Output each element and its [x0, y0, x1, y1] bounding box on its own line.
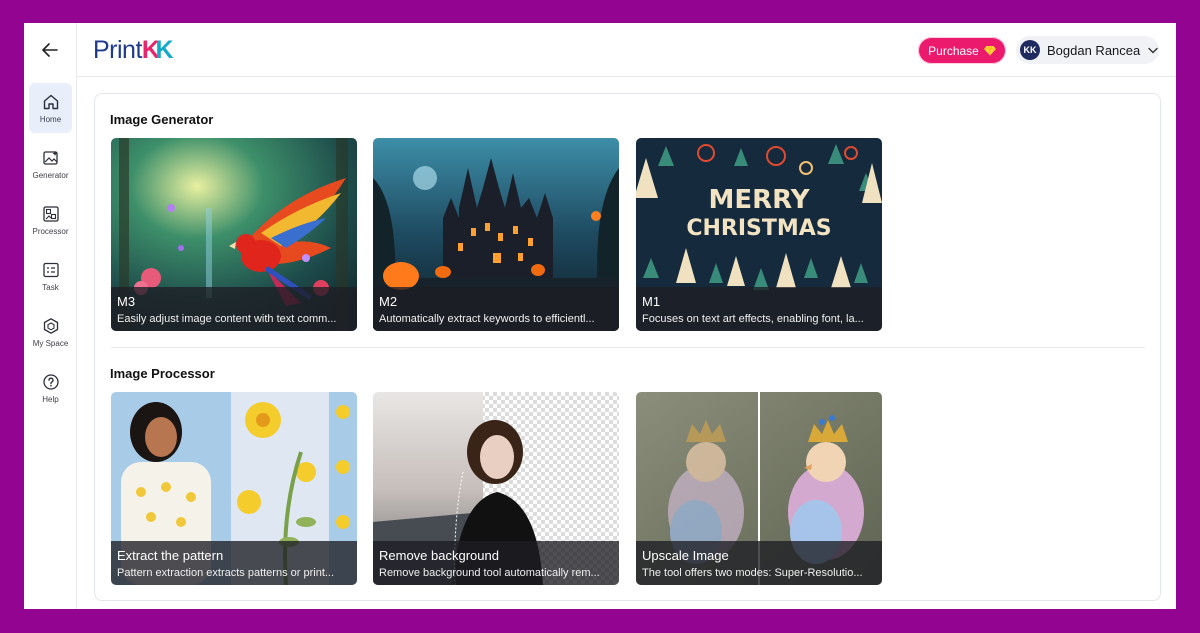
card-caption: M2 Automatically extract keywords to eff…: [373, 287, 619, 331]
image-sparkle-icon: [42, 150, 58, 165]
card-title: Remove background: [379, 548, 499, 563]
image-grid-icon: [42, 205, 59, 222]
sidebar: Home Generator Processor Task My Space H…: [24, 23, 77, 609]
sidebar-item-help[interactable]: Help: [29, 363, 72, 413]
help-icon: [42, 373, 59, 390]
card-caption: Extract the pattern Pattern extraction e…: [111, 541, 357, 585]
card-description: Remove background tool automatically rem…: [379, 567, 600, 579]
card-title: Upscale Image: [642, 548, 729, 563]
sidebar-item-generator[interactable]: Generator: [29, 139, 72, 189]
app-window: Home Generator Processor Task My Space H…: [24, 23, 1176, 609]
card-title: M2: [379, 294, 398, 309]
sidebar-item-processor[interactable]: Processor: [29, 195, 72, 245]
cube-icon: [43, 317, 58, 334]
section-divider: [111, 347, 1145, 348]
card-caption: Remove background Remove background tool…: [373, 541, 619, 585]
card-caption: M3 Easily adjust image content with text…: [111, 287, 357, 331]
card-m1[interactable]: MERRY CHRISTMAS M1 Focuses on text art e…: [636, 138, 882, 331]
card-description: Easily adjust image content with text co…: [117, 313, 337, 325]
christmas-art-text: CHRISTMAS: [686, 216, 831, 241]
card-title: M3: [117, 294, 136, 309]
printkk-logo[interactable]: PrintKK: [93, 36, 174, 64]
card-description: Automatically extract keywords to effici…: [379, 313, 595, 325]
sidebar-item-label: Help: [42, 394, 59, 404]
card-upscale-image[interactable]: Upscale Image The tool offers two modes:…: [636, 392, 882, 585]
card-title: M1: [642, 294, 661, 309]
user-menu-button[interactable]: KK Bogdan Rancea: [1016, 36, 1159, 64]
arrow-left-icon: [42, 43, 58, 57]
home-icon: [43, 94, 58, 109]
section-title-generator: Image Generator: [110, 112, 214, 127]
task-list-icon: [42, 262, 59, 277]
purchase-button[interactable]: Purchase: [918, 37, 1006, 64]
card-description: Focuses on text art effects, enabling fo…: [642, 313, 864, 325]
main-panel: Image Generator M3 Easily adjust image c…: [94, 93, 1161, 601]
diamond-icon: [983, 45, 996, 56]
card-description: The tool offers two modes: Super-Resolut…: [642, 567, 863, 579]
sidebar-item-my-space[interactable]: My Space: [29, 307, 72, 357]
section-title-processor: Image Processor: [110, 366, 215, 381]
card-remove-background[interactable]: Remove background Remove background tool…: [373, 392, 619, 585]
avatar: KK: [1020, 40, 1040, 60]
user-name: Bogdan Rancea: [1047, 42, 1141, 58]
merry-art-text: MERRY: [708, 185, 810, 215]
top-header: PrintKK Purchase KK Bogdan Rancea: [77, 23, 1176, 77]
chevron-down-icon: [1148, 47, 1158, 53]
card-m3[interactable]: M3 Easily adjust image content with text…: [111, 138, 357, 331]
sidebar-item-label: Home: [39, 114, 62, 124]
sidebar-item-label: Task: [42, 282, 59, 292]
sidebar-item-label: Processor: [32, 226, 69, 236]
card-title: Extract the pattern: [117, 548, 224, 563]
card-extract-pattern[interactable]: Extract the pattern Pattern extraction e…: [111, 392, 357, 585]
sidebar-item-home[interactable]: Home: [29, 83, 72, 133]
sidebar-item-label: My Space: [32, 338, 69, 348]
card-caption: Upscale Image The tool offers two modes:…: [636, 541, 882, 585]
card-description: Pattern extraction extracts patterns or …: [117, 567, 335, 579]
sidebar-item-task[interactable]: Task: [29, 251, 72, 301]
card-caption: M1 Focuses on text art effects, enabling…: [636, 287, 882, 331]
card-m2[interactable]: M2 Automatically extract keywords to eff…: [373, 138, 619, 331]
purchase-label: Purchase: [928, 43, 979, 58]
back-button[interactable]: [37, 38, 63, 62]
sidebar-item-label: Generator: [32, 170, 69, 180]
